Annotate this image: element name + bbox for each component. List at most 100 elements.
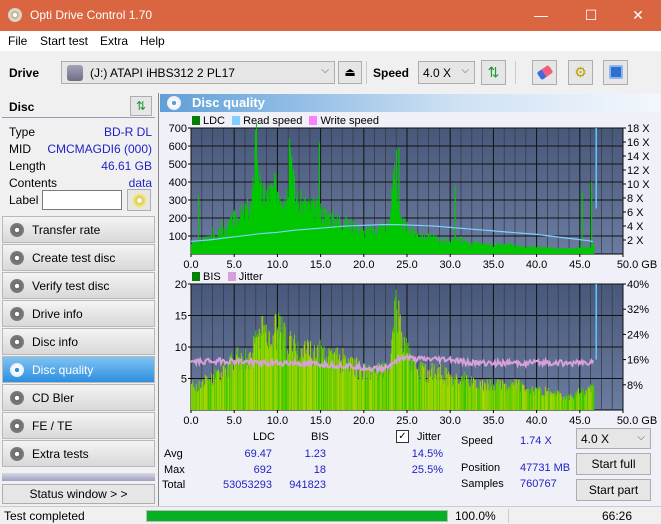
toolbar-divider bbox=[515, 61, 516, 84]
floppy-disk-icon bbox=[608, 65, 623, 79]
y-tick-label: 300 bbox=[169, 195, 187, 207]
nav-label: Extra tests bbox=[32, 447, 89, 461]
jitter-checkbox[interactable]: ✓ bbox=[396, 430, 409, 443]
nav-label: Disc quality bbox=[32, 363, 94, 377]
y2-tick-label: 18 X bbox=[627, 123, 650, 135]
x-tick-label: 30.0 bbox=[439, 415, 460, 424]
y2-tick-label: 6 X bbox=[627, 207, 644, 219]
status-text: Test completed bbox=[4, 509, 85, 523]
disc-contents-value: data bbox=[128, 176, 152, 190]
maximize-button[interactable]: ☐ bbox=[571, 4, 611, 26]
speed-select[interactable]: 4.0 X ⌵ bbox=[418, 61, 475, 84]
nav-extra-tests[interactable]: Extra tests bbox=[2, 440, 155, 467]
nav-disc-quality[interactable]: Disc quality bbox=[2, 356, 155, 383]
minimize-button[interactable]: — bbox=[521, 4, 561, 26]
max-ldc: 692 bbox=[253, 464, 272, 476]
swap-arrows-icon: ⇅ bbox=[135, 99, 147, 113]
nav-fe-te[interactable]: FE / TE bbox=[2, 412, 155, 439]
y-tick-label: 100 bbox=[169, 231, 187, 243]
max-bis: 18 bbox=[313, 464, 326, 476]
y2-tick-label: 12 X bbox=[627, 165, 650, 177]
y-tick-label: 500 bbox=[169, 159, 187, 171]
x-tick-label: 10.0 bbox=[267, 415, 288, 424]
window-title: Opti Drive Control 1.70 bbox=[30, 8, 153, 22]
hard-drive-icon bbox=[67, 65, 83, 81]
samples-value: 760767 bbox=[520, 478, 557, 490]
disc-icon bbox=[10, 223, 24, 237]
disc-icon bbox=[10, 363, 24, 377]
ldc-spike bbox=[197, 196, 200, 254]
disc-icon bbox=[10, 307, 24, 321]
close-button[interactable]: ✕ bbox=[618, 4, 658, 26]
eraser-icon bbox=[536, 64, 553, 81]
disc-label-input[interactable] bbox=[42, 190, 122, 210]
panel-header: Disc quality bbox=[160, 94, 660, 112]
disc-refresh-button[interactable]: ⇅ bbox=[130, 96, 152, 116]
disc-label-button[interactable] bbox=[127, 189, 151, 211]
ldc-spike bbox=[221, 219, 223, 254]
ldc-spike bbox=[212, 227, 214, 254]
x-tick-label: 50.0 GB bbox=[617, 259, 657, 271]
ldc-spike bbox=[254, 129, 257, 254]
menu-file[interactable]: File bbox=[8, 34, 27, 48]
menu-start-test[interactable]: Start test bbox=[40, 34, 88, 48]
start-full-button[interactable]: Start full bbox=[576, 453, 651, 475]
save-button[interactable] bbox=[603, 60, 628, 85]
start-part-button[interactable]: Start part bbox=[576, 479, 651, 501]
y-tick-label: 700 bbox=[169, 123, 187, 135]
avg-jitter: 14.5% bbox=[411, 448, 443, 460]
speed-stat-label: Speed bbox=[461, 435, 493, 447]
x-tick-label: 0.0 bbox=[183, 415, 198, 424]
y2-tick-label: 2 X bbox=[627, 235, 644, 247]
ldc-chart: 0.0 5.0 10.0 15.0 20.0 25.0 30.0 35.0 40.0 45.0 50… bbox=[169, 123, 657, 271]
x-tick-label: 45.0 bbox=[569, 259, 590, 271]
x-tick-label: 45.0 bbox=[569, 415, 590, 424]
y-tick-label: 15 bbox=[175, 311, 187, 323]
menu-extra[interactable]: Extra bbox=[100, 34, 128, 48]
ldc-spike bbox=[398, 147, 400, 254]
nav-label: Create test disc bbox=[32, 251, 116, 265]
avg-bis: 1.23 bbox=[304, 448, 326, 460]
ldc-spike bbox=[395, 149, 397, 254]
drive-select[interactable]: (J:) ATAPI iHBS312 2 PL17 ⌵ bbox=[61, 61, 335, 84]
ldc-bar bbox=[593, 243, 595, 254]
x-tick-label: 35.0 bbox=[483, 259, 504, 271]
y2-tick-label: 4 X bbox=[627, 221, 644, 233]
position-label: Position bbox=[461, 462, 501, 474]
x-tick-label: 40.0 bbox=[526, 415, 547, 424]
max-label: Max bbox=[164, 464, 185, 476]
col-bis-header: BIS bbox=[311, 431, 329, 443]
nav-create-test-disc[interactable]: Create test disc bbox=[2, 244, 155, 271]
refresh-swap-button[interactable]: ⇅ bbox=[481, 60, 506, 85]
left-panel: Disc ⇅ Type BD-R DL MID CMCMAGDI6 (000) … bbox=[0, 93, 157, 506]
disc-header-title: Disc bbox=[9, 100, 35, 114]
nav-disc-info[interactable]: Disc info bbox=[2, 328, 155, 355]
test-speed-select[interactable]: 4.0 X ⌵ bbox=[576, 428, 651, 449]
menu-help[interactable]: Help bbox=[140, 34, 165, 48]
disc-header: Disc ⇅ bbox=[2, 94, 155, 118]
y2-tick-label: 8% bbox=[627, 380, 643, 392]
nav-cd-bler[interactable]: CD Bler bbox=[2, 384, 155, 411]
x-tick-label: 0.0 bbox=[183, 259, 198, 271]
progress-percent: 100.0% bbox=[455, 509, 496, 523]
nav-drive-info[interactable]: Drive info bbox=[2, 300, 155, 327]
y2-tick-label: 24% bbox=[627, 329, 649, 341]
bis-bar bbox=[593, 388, 595, 410]
ldc-spike bbox=[318, 142, 321, 254]
erase-button[interactable] bbox=[532, 60, 557, 85]
y2-tick-label: 16% bbox=[627, 355, 649, 367]
nav-verify-test-disc[interactable]: Verify test disc bbox=[2, 272, 155, 299]
total-label: Total bbox=[162, 479, 186, 491]
status-divider bbox=[508, 509, 509, 523]
chevron-down-icon: ⌵ bbox=[461, 65, 469, 76]
y2-tick-label: 10 X bbox=[627, 179, 650, 191]
status-window-button[interactable]: Status window > > bbox=[2, 484, 155, 504]
max-jitter: 25.5% bbox=[411, 464, 443, 476]
nav-transfer-rate[interactable]: Transfer rate bbox=[2, 216, 155, 243]
chevron-down-icon: ⌵ bbox=[321, 65, 329, 76]
disc-mid-value: CMCMAGDI6 (000) bbox=[47, 142, 152, 156]
disc-icon bbox=[10, 335, 24, 349]
settings-button[interactable]: ⚙ bbox=[568, 60, 593, 85]
eject-button[interactable]: ⏏ bbox=[338, 61, 362, 84]
ldc-spike bbox=[591, 182, 593, 254]
